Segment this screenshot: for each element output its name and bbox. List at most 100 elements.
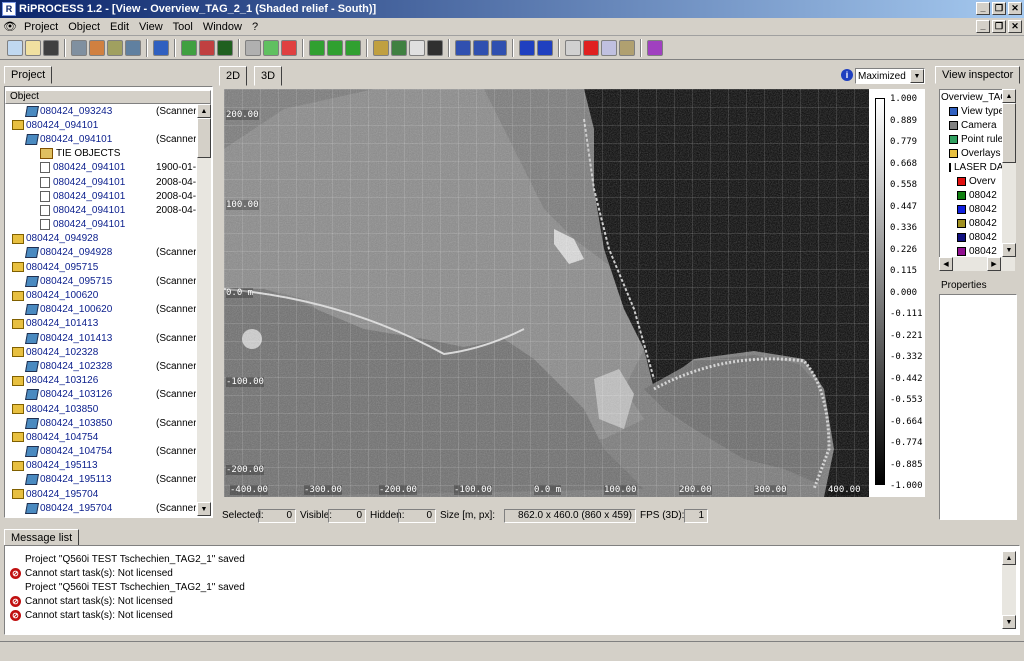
deselect-icon[interactable] [281, 39, 297, 56]
tree-row[interactable]: 080424_103850 [6, 402, 196, 416]
delete-icon[interactable] [583, 39, 599, 56]
tree-row[interactable]: 080424_101413 (Scanner 1 [6, 331, 196, 345]
minimize-button[interactable]: _ [976, 2, 990, 15]
scroll-up-button[interactable]: ▲ [1002, 89, 1016, 103]
mdi-restore-button[interactable]: ❐ [992, 20, 1006, 33]
copy-icon[interactable] [601, 39, 617, 56]
scale-label: 0.779 [890, 137, 918, 147]
scroll-up-button[interactable]: ▲ [1002, 551, 1016, 565]
tree-row[interactable]: 080424_102328 [6, 345, 196, 359]
tree-row[interactable]: 080424_094101 2008-04-2 [6, 203, 196, 217]
tree-row[interactable]: 080424_100620 (Scanner 1 [6, 303, 196, 317]
scroll-down-button[interactable]: ▼ [1002, 615, 1016, 629]
marker-icon[interactable] [427, 39, 443, 56]
tree-row[interactable]: 080424_195704 [6, 487, 196, 501]
pan-icon[interactable] [245, 39, 261, 56]
menu-project[interactable]: Project [19, 21, 63, 33]
scroll-right-button[interactable]: ▶ [987, 257, 1001, 271]
mdi-minimize-button[interactable]: _ [976, 20, 990, 33]
shaded-relief-map[interactable]: 200.00 100.00 0.0 m -100.00 -200.00 -400… [224, 89, 869, 497]
inspector-scrollbar[interactable]: ▲ ▼ [1002, 89, 1016, 257]
arrow-right-icon[interactable] [537, 39, 553, 56]
tree-row[interactable]: 080424_104754 [6, 430, 196, 444]
import-icon[interactable] [71, 39, 87, 56]
zoom-extents-icon[interactable] [345, 39, 361, 56]
tree-row[interactable]: 080424_094101 [6, 118, 196, 132]
project-scrollbar[interactable]: ▲ ▼ [197, 104, 211, 516]
book-icon[interactable] [647, 39, 663, 56]
save-icon[interactable] [43, 39, 59, 56]
inspector-hscrollbar[interactable]: ◀ ▶ [939, 257, 1015, 271]
tree-row[interactable]: 080424_094928 (Scanner 1 [6, 246, 196, 260]
tree-row[interactable]: 080424_103850 (Scanner 1 [6, 416, 196, 430]
polyline-icon[interactable] [409, 39, 425, 56]
layout-vertical-icon[interactable] [473, 39, 489, 56]
tab-2d[interactable]: 2D [219, 66, 248, 86]
scroll-thumb[interactable] [1002, 103, 1016, 163]
tree-row[interactable]: 080424_100620 [6, 288, 196, 302]
tree-row[interactable]: 080424_103126 [6, 374, 196, 388]
menu-window[interactable]: Window [198, 21, 247, 33]
tree-row[interactable]: 080424_195113 [6, 459, 196, 473]
scroll-down-button[interactable]: ▼ [197, 502, 211, 516]
paste-icon[interactable] [619, 39, 635, 56]
register-icon[interactable] [107, 39, 123, 56]
tree-row[interactable]: 080424_094928 [6, 232, 196, 246]
scroll-thumb[interactable] [197, 118, 211, 158]
view-image-icon[interactable] [199, 39, 215, 56]
globe-icon[interactable] [153, 39, 169, 56]
message-scrollbar[interactable]: ▲ ▼ [1002, 551, 1016, 629]
menu-edit[interactable]: Edit [105, 21, 134, 33]
tree-row[interactable]: 080424_094101 1900-01-0 [6, 161, 196, 175]
layout-horizontal-icon[interactable] [455, 39, 471, 56]
chevron-down-icon[interactable]: ▼ [910, 69, 924, 83]
restore-button[interactable]: ❐ [992, 2, 1006, 15]
layout-tile-icon[interactable] [491, 39, 507, 56]
scroll-up-button[interactable]: ▲ [197, 104, 211, 118]
tree-row[interactable]: 080424_103126 (Scanner 1 [6, 388, 196, 402]
view-3d-icon[interactable] [217, 39, 233, 56]
tree-row[interactable]: 080424_101413 [6, 317, 196, 331]
scroll-down-button[interactable]: ▼ [1002, 243, 1016, 257]
measure-icon[interactable] [373, 39, 389, 56]
error-icon: ⊘ [10, 567, 21, 579]
menu-object[interactable]: Object [63, 21, 105, 33]
new-project-icon[interactable] [7, 39, 23, 56]
scroll-left-button[interactable]: ◀ [939, 257, 953, 271]
tree-row[interactable]: 080424_195113 (Scanner 1 [6, 473, 196, 487]
export-icon[interactable] [125, 39, 141, 56]
tree-row[interactable]: 080424_102328 (Scanner 1 [6, 359, 196, 373]
tree-row[interactable]: 080424_195704 (Scanner 1 [6, 501, 196, 515]
select-icon[interactable] [263, 39, 279, 56]
tree-row[interactable]: 080424_093243 (Scanner 1 [6, 104, 196, 118]
toolbar-separator [238, 38, 240, 57]
zoom-out-icon[interactable] [327, 39, 343, 56]
process-icon[interactable] [89, 39, 105, 56]
view-2d-icon[interactable] [181, 39, 197, 56]
arrow-left-icon[interactable] [519, 39, 535, 56]
open-project-icon[interactable] [25, 39, 41, 56]
tab-3d[interactable]: 3D [254, 66, 283, 86]
tree-row[interactable]: 080424_095715 (Scanner 1 [6, 274, 196, 288]
binoculars-icon[interactable]: 👁 [3, 20, 19, 34]
display-mode-select[interactable]: Maximized ▼ [855, 68, 925, 84]
view-inspector-tab[interactable]: View inspector [935, 66, 1021, 84]
project-tab[interactable]: Project [4, 66, 53, 84]
profile-icon[interactable] [391, 39, 407, 56]
menu-view[interactable]: View [134, 21, 168, 33]
tree-row[interactable]: 080424_104754 (Scanner 1 [6, 445, 196, 459]
object-column-header[interactable]: Object [5, 90, 211, 104]
tree-row[interactable]: 080424_094101 [6, 218, 196, 232]
tree-row[interactable]: 080424_094101 (Scanner 1 [6, 132, 196, 146]
zoom-in-icon[interactable] [309, 39, 325, 56]
tree-row[interactable]: 080424_094101 2008-04-2 [6, 175, 196, 189]
properties-icon[interactable] [565, 39, 581, 56]
menu-tool[interactable]: Tool [168, 21, 198, 33]
close-button[interactable]: ✕ [1008, 2, 1022, 15]
info-icon[interactable]: i [841, 69, 853, 81]
tree-row[interactable]: 080424_094101 2008-04-2 [6, 189, 196, 203]
mdi-close-button[interactable]: ✕ [1008, 20, 1022, 33]
tree-row[interactable]: TIE OBJECTS [6, 147, 196, 161]
menu-help[interactable]: ? [247, 21, 263, 33]
tree-row[interactable]: 080424_095715 [6, 260, 196, 274]
